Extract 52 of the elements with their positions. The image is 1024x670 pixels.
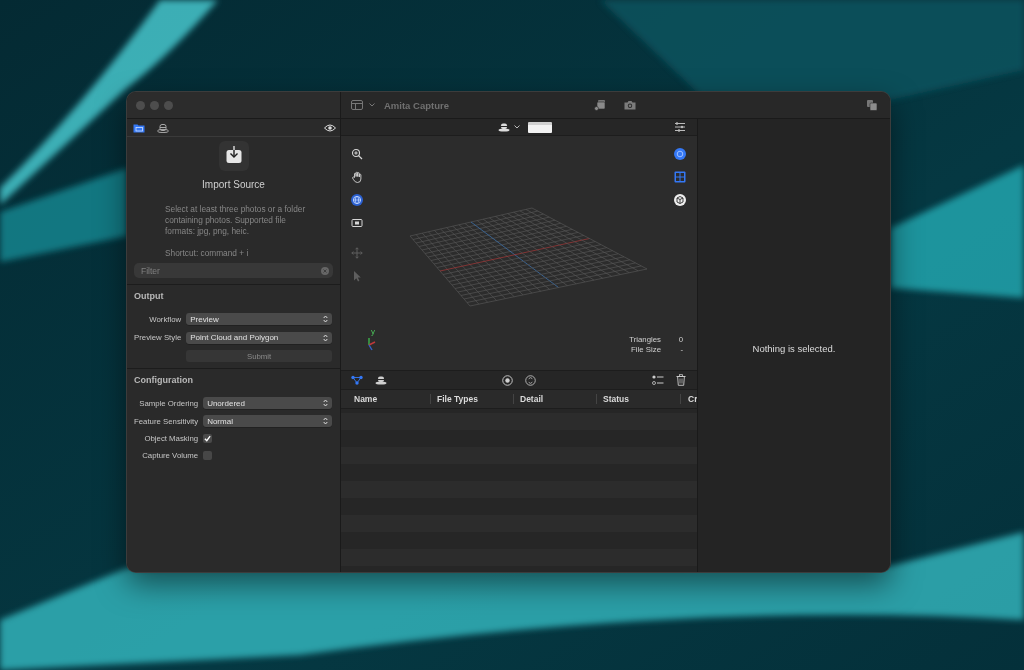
up-down-chevron-icon — [323, 315, 328, 323]
axis-label: y — [371, 327, 375, 336]
dropdown[interactable]: Point Cloud and Polygon — [186, 331, 332, 344]
sidebar-toggle-icon[interactable] — [351, 99, 363, 111]
object-icon[interactable] — [498, 122, 510, 132]
globe-icon[interactable] — [351, 194, 363, 206]
checkbox[interactable] — [203, 451, 213, 460]
camera-icon[interactable] — [624, 100, 636, 110]
checkmark-icon — [204, 435, 212, 442]
column-header[interactable]: Status — [597, 390, 681, 408]
filter-field[interactable]: Filter — [134, 263, 333, 278]
checkbox[interactable] — [203, 434, 213, 443]
screen-icon[interactable] — [351, 217, 363, 229]
dropdown[interactable]: Preview — [186, 313, 332, 325]
chevron-down-icon[interactable] — [369, 103, 375, 107]
shortcut-hint: Shortcut: command + i — [165, 248, 250, 259]
documents-icon[interactable] — [866, 99, 878, 111]
column-header[interactable]: File Types — [431, 390, 514, 408]
folder-icon[interactable] — [133, 122, 145, 133]
up-down-chevron-icon — [323, 399, 328, 407]
photo-stack-icon[interactable] — [594, 99, 606, 111]
import-description: Select at least three photos or a folder containing photos. Supported file formats: jpg, png, heic. — [165, 204, 307, 237]
column-header[interactable]: Detail — [514, 390, 597, 408]
column-header[interactable]: Cr — [681, 390, 697, 408]
hand-icon[interactable] — [351, 171, 363, 183]
object-icon[interactable] — [375, 375, 387, 385]
object-icon[interactable] — [157, 122, 169, 133]
import-title: Import Source — [202, 178, 265, 191]
up-down-chevron-icon — [323, 333, 328, 342]
sync-icon[interactable] — [525, 374, 536, 386]
thumbnail-placeholder[interactable] — [528, 121, 552, 133]
axis-gizmo-icon — [365, 337, 377, 351]
disc-icon[interactable] — [674, 148, 686, 160]
import-icon[interactable] — [218, 141, 249, 171]
nodes-icon[interactable] — [351, 375, 363, 385]
column-header[interactable]: Name — [341, 390, 431, 408]
window-title: Amita Capture — [384, 99, 449, 111]
trash-icon[interactable] — [676, 374, 686, 386]
chevron-down-icon[interactable] — [514, 125, 520, 129]
section-heading: Configuration — [134, 374, 194, 386]
up-down-chevron-icon — [323, 417, 328, 425]
eye-icon[interactable] — [324, 123, 336, 132]
empty-state-message: Nothing is selected. — [752, 343, 836, 354]
record-icon[interactable] — [502, 374, 513, 386]
zoom-in-icon[interactable] — [351, 148, 363, 160]
checklist-icon[interactable] — [652, 375, 664, 385]
dropdown[interactable]: Normal — [203, 415, 332, 427]
grid-icon[interactable] — [674, 171, 686, 183]
section-heading: Output — [134, 290, 165, 302]
list-icon[interactable] — [674, 122, 686, 132]
cube-icon[interactable] — [674, 194, 686, 206]
dropdown[interactable]: Unordered — [203, 397, 332, 409]
